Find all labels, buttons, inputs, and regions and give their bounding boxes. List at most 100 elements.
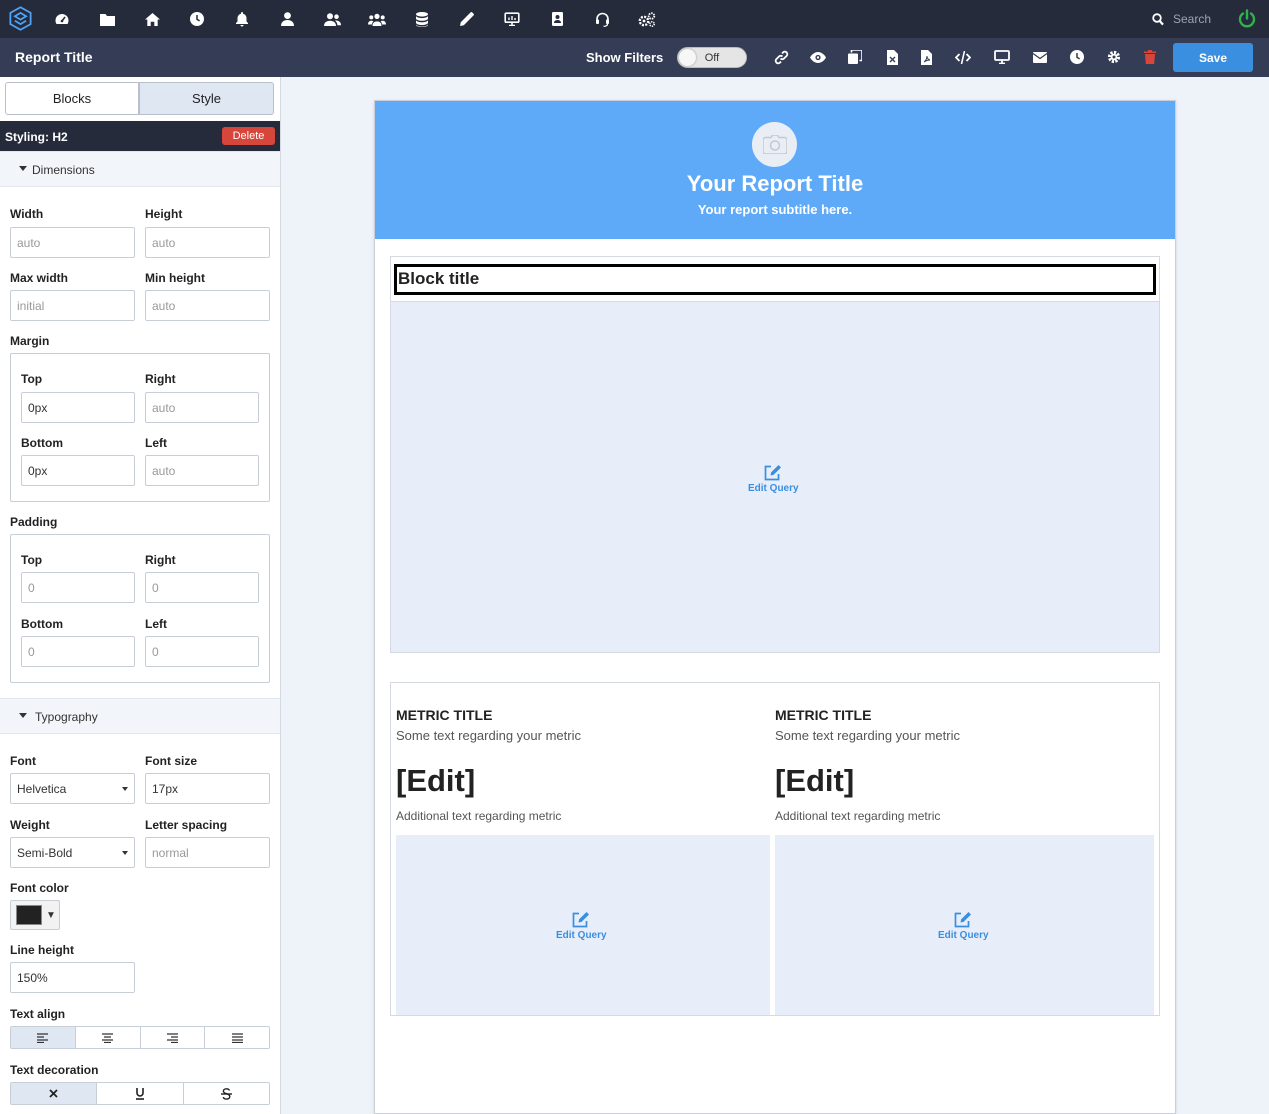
align-center-icon	[102, 1032, 114, 1043]
edit-query-button[interactable]: Edit Query	[556, 911, 607, 941]
dropdown-triangle-icon: ▼	[46, 909, 56, 921]
address-book-icon[interactable]	[548, 10, 566, 28]
users-icon[interactable]	[323, 10, 341, 28]
metric-query-area[interactable]: Edit Query	[396, 835, 770, 1015]
padding-label: Padding	[10, 515, 58, 529]
text-decoration-group	[10, 1082, 270, 1105]
report-header[interactable]: Your Report Title Your report subtitle h…	[375, 101, 1175, 239]
power-icon[interactable]	[1237, 9, 1257, 29]
metrics-block[interactable]: METRIC TITLE Some text regarding your me…	[390, 682, 1160, 1016]
weight-select[interactable]: Semi-Bold	[10, 837, 135, 868]
metric-title[interactable]: METRIC TITLE	[775, 707, 871, 723]
padding-right-input[interactable]	[145, 572, 259, 603]
query-area[interactable]: Edit Query	[391, 301, 1159, 652]
letter-spacing-input[interactable]	[145, 837, 270, 868]
link-icon[interactable]	[773, 49, 789, 65]
chart-block[interactable]: Block title Edit Query	[390, 256, 1160, 653]
align-justify-button[interactable]	[205, 1027, 269, 1048]
padding-bottom-label: Bottom	[21, 617, 63, 631]
caret-down-icon	[19, 713, 27, 718]
pdf-file-icon[interactable]	[918, 49, 934, 65]
decoration-none-button[interactable]	[11, 1083, 98, 1104]
padding-left-label: Left	[145, 617, 167, 631]
copy-icon[interactable]	[847, 49, 863, 65]
caret-down-icon	[19, 166, 27, 171]
user-groups-icon[interactable]	[368, 10, 386, 28]
delete-button[interactable]: Delete	[222, 127, 275, 145]
dashboard-icon[interactable]	[53, 10, 71, 28]
edit-icon	[572, 912, 589, 928]
user-icon[interactable]	[278, 10, 296, 28]
font-color-picker[interactable]: ▼	[10, 900, 60, 930]
eye-icon[interactable]	[810, 49, 826, 65]
trash-icon[interactable]	[1142, 49, 1158, 65]
min-height-label: Min height	[145, 271, 205, 285]
max-width-input[interactable]	[10, 290, 135, 321]
clock-icon[interactable]	[188, 10, 206, 28]
monitor-icon[interactable]	[503, 10, 521, 28]
weight-select-value: Semi-Bold	[17, 845, 73, 860]
font-select[interactable]: Helvetica	[10, 773, 135, 804]
styling-header: Styling: H2 Delete	[0, 121, 280, 152]
font-size-input[interactable]	[145, 773, 270, 804]
envelope-icon[interactable]	[1032, 49, 1048, 65]
min-height-input[interactable]	[145, 290, 270, 321]
edit-query-button[interactable]: Edit Query	[748, 464, 799, 494]
desktop-icon[interactable]	[994, 49, 1010, 65]
search-box[interactable]: Search	[1152, 10, 1232, 28]
decoration-strikethrough-button[interactable]	[184, 1083, 269, 1104]
support-icon[interactable]	[593, 10, 611, 28]
text-align-label: Text align	[10, 1007, 66, 1021]
camera-icon[interactable]	[752, 122, 797, 167]
line-height-input[interactable]	[10, 962, 135, 993]
width-input[interactable]	[10, 227, 135, 258]
metric-value[interactable]: [Edit]	[396, 763, 475, 799]
dimensions-section-header[interactable]: Dimensions	[0, 151, 280, 187]
metric-query-area[interactable]: Edit Query	[775, 835, 1154, 1015]
cogs-icon[interactable]	[638, 10, 656, 28]
padding-top-input[interactable]	[21, 572, 135, 603]
tab-blocks[interactable]: Blocks	[5, 82, 139, 115]
margin-top-input[interactable]	[21, 392, 135, 423]
block-title[interactable]: Block title	[394, 264, 1156, 295]
text-align-group	[10, 1026, 270, 1049]
margin-left-input[interactable]	[145, 455, 259, 486]
styling-label: Styling: H2	[5, 130, 68, 144]
padding-bottom-input[interactable]	[21, 636, 135, 667]
margin-left-label: Left	[145, 436, 167, 450]
align-left-button[interactable]	[11, 1027, 76, 1048]
edit-query-button[interactable]: Edit Query	[938, 911, 989, 941]
folder-icon[interactable]	[98, 10, 116, 28]
metric-text[interactable]: Some text regarding your metric	[775, 728, 960, 743]
decoration-underline-button[interactable]	[97, 1083, 184, 1104]
tab-style[interactable]: Style	[139, 82, 274, 115]
margin-bottom-input[interactable]	[21, 455, 135, 486]
home-icon[interactable]	[143, 10, 161, 28]
schedule-clock-icon[interactable]	[1069, 49, 1085, 65]
save-button[interactable]: Save	[1173, 43, 1253, 72]
pencil-icon[interactable]	[458, 10, 476, 28]
padding-left-input[interactable]	[145, 636, 259, 667]
align-center-button[interactable]	[76, 1027, 141, 1048]
caret-down-icon	[122, 851, 128, 855]
height-input[interactable]	[145, 227, 270, 258]
gear-icon[interactable]	[1106, 49, 1122, 65]
metric-additional-text[interactable]: Additional text regarding metric	[775, 809, 940, 823]
typography-section-header[interactable]: Typography	[0, 698, 280, 734]
report-heading[interactable]: Your Report Title	[375, 171, 1175, 197]
bell-icon[interactable]	[233, 10, 251, 28]
show-filters-toggle[interactable]: Off	[677, 47, 747, 68]
logo-icon[interactable]	[7, 5, 34, 32]
report-title[interactable]: Report Title	[15, 49, 93, 65]
excel-file-icon[interactable]	[884, 49, 900, 65]
metric-text[interactable]: Some text regarding your metric	[396, 728, 581, 743]
database-icon[interactable]	[413, 10, 431, 28]
code-icon[interactable]	[955, 49, 971, 65]
metric-value[interactable]: [Edit]	[775, 763, 854, 799]
margin-right-input[interactable]	[145, 392, 259, 423]
metric-additional-text[interactable]: Additional text regarding metric	[396, 809, 561, 823]
metric-title[interactable]: METRIC TITLE	[396, 707, 492, 723]
align-right-button[interactable]	[141, 1027, 206, 1048]
font-select-value: Helvetica	[17, 781, 67, 796]
report-subtitle[interactable]: Your report subtitle here.	[375, 202, 1175, 217]
